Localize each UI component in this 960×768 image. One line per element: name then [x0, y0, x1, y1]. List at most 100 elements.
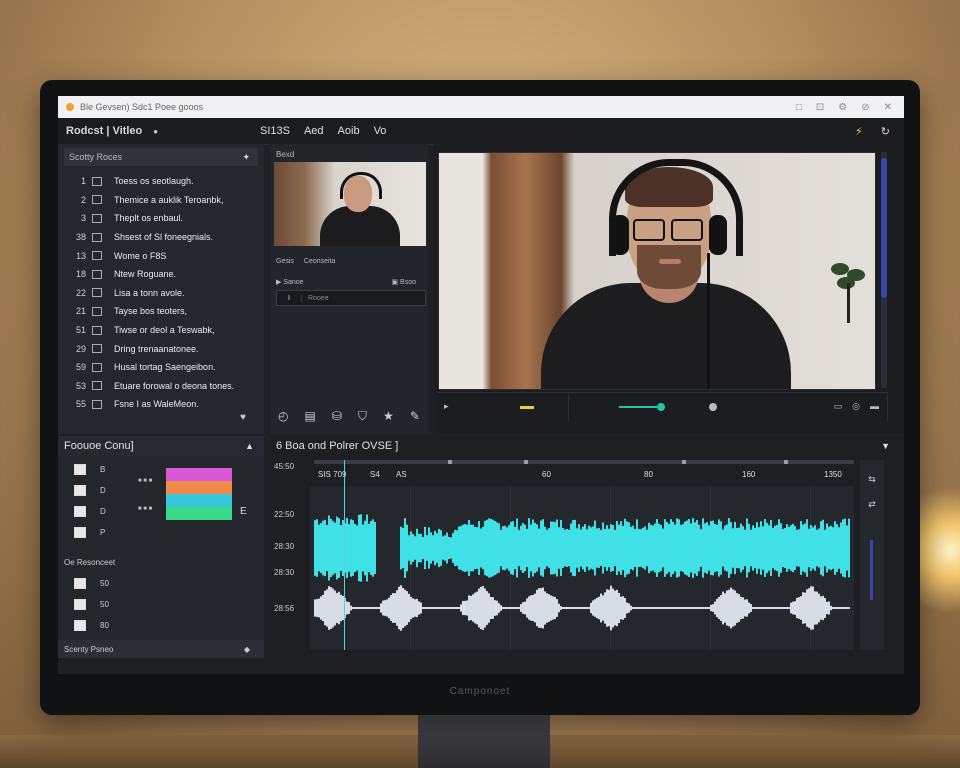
playhead[interactable] — [344, 460, 345, 650]
media-panel-label: Bexd — [276, 150, 295, 159]
video-frame[interactable] — [438, 152, 876, 390]
step-item[interactable]: 55 Fsne I as WaleMeon. — [58, 395, 264, 414]
step-item[interactable]: 53 Etuare forowal o deona tones. — [58, 377, 264, 396]
step-checkbox[interactable] — [92, 251, 102, 261]
step-item[interactable]: 3 Theplt os enbaul. — [58, 209, 264, 228]
step-checkbox[interactable] — [92, 195, 102, 205]
media-action-right[interactable]: ▣ Bsoo — [391, 278, 416, 286]
media-action-left[interactable]: ▶ Sanoe — [276, 278, 304, 286]
color-swatch[interactable] — [166, 481, 232, 494]
prop-label-4: P — [100, 528, 106, 537]
step-checkbox[interactable] — [92, 381, 102, 391]
timeline-ruler[interactable]: SIS 709 S4 AS 60 80 160 1350 — [314, 460, 894, 486]
step-checkbox[interactable] — [92, 306, 102, 316]
step-checkbox[interactable] — [92, 213, 102, 223]
window-button-3[interactable]: ⚙ — [838, 102, 847, 113]
step-item[interactable]: 2 Themice a auklik Teroanbk, — [58, 191, 264, 210]
preview-scrollbar[interactable] — [881, 152, 887, 388]
step-checkbox[interactable] — [92, 232, 102, 242]
track-tool-icon-2[interactable]: ⇄ — [860, 499, 884, 510]
volume-marker[interactable] — [520, 406, 534, 409]
step-checkbox[interactable] — [92, 325, 102, 335]
step-item[interactable]: 13 Wome o F8S — [58, 246, 264, 265]
color-swatch[interactable] — [166, 468, 232, 481]
menu-item-2[interactable]: Aed — [304, 125, 324, 137]
step-checkbox[interactable] — [92, 269, 102, 279]
headphone-cable — [707, 253, 710, 389]
step-number: 13 — [75, 250, 86, 261]
shield-icon[interactable]: ⛉ — [358, 409, 367, 424]
step-item[interactable]: 1 Toess os seotlaugh. — [58, 172, 264, 191]
prop-row-3[interactable]: D — [74, 506, 106, 517]
window-button-2[interactable]: ⊡ — [816, 102, 824, 113]
heart-icon[interactable]: ♥ — [240, 412, 246, 423]
window-button-1[interactable]: □ — [796, 102, 802, 113]
menu-item-1[interactable]: SI13S — [260, 125, 290, 137]
prop-row-1[interactable]: B — [74, 464, 105, 475]
prop-row-4[interactable]: P — [74, 527, 105, 538]
ruler-label-6: 160 — [742, 470, 756, 479]
resource-row-2[interactable]: 50 — [74, 599, 109, 610]
prop-row-2[interactable]: D — [74, 485, 106, 496]
collapse-icon[interactable]: ▲ — [245, 441, 264, 451]
swatch-letter: E — [240, 506, 247, 517]
bucket-icon[interactable]: ⛁ — [332, 409, 342, 423]
audio-track-waveform-white — [314, 585, 850, 631]
file-icon[interactable]: ▤ — [305, 409, 316, 423]
video-preview-panel: ▸ ▭ ◎ ▬ — [434, 144, 904, 434]
step-checkbox[interactable] — [92, 176, 102, 186]
step-item[interactable]: 29 Dring trenaanatonee. — [58, 339, 264, 358]
ruler-label-1: SIS 709 — [318, 470, 347, 479]
screen: Ble Gevsen) Sdc1 Poee gooos □ ⊡ ⚙ ⊘ ✕ Ro… — [58, 96, 904, 674]
window-button-4[interactable]: ⊘ — [861, 102, 869, 113]
steps-panel-header[interactable]: Scotty Roces ✦ — [64, 148, 258, 166]
track-tool-icon-1[interactable]: ⇆ — [860, 474, 884, 485]
star-icon[interactable]: ★ — [383, 409, 394, 423]
timeline-collapse-icon[interactable]: ▼ — [881, 441, 904, 451]
step-item[interactable]: 38 Shsest of Sl foneegnials. — [58, 228, 264, 247]
transport-left[interactable]: ▸ — [438, 393, 569, 421]
step-checkbox[interactable] — [92, 399, 102, 409]
bolt-icon[interactable]: ⚡ — [855, 125, 863, 138]
color-swatch[interactable] — [166, 507, 232, 520]
menu-item-4[interactable]: Vo — [374, 125, 387, 137]
menu-item-3[interactable]: Aoib — [338, 125, 360, 137]
step-number: 53 — [75, 380, 86, 391]
timeline-tracks[interactable] — [310, 460, 854, 650]
close-button[interactable]: ✕ — [884, 102, 892, 113]
transport-icon-3[interactable]: ▬ — [870, 401, 879, 412]
step-item[interactable]: 18 Ntew Roguane. — [58, 265, 264, 284]
pin-icon[interactable]: ✦ — [242, 152, 258, 163]
play-icon[interactable]: ▸ — [444, 401, 449, 412]
step-item[interactable]: 22 Lisa a tonn avole. — [58, 284, 264, 303]
clock-icon[interactable]: ◴ — [278, 409, 288, 423]
resource-row-1[interactable]: 50 — [74, 578, 109, 589]
swatch-label-1: ■ ■ ■ — [138, 478, 153, 484]
transport-icon-2[interactable]: ◎ — [852, 401, 860, 412]
scrubber[interactable]: ▭ ◎ ▬ — [569, 393, 888, 421]
video-thumbnail[interactable] — [274, 162, 426, 246]
step-item[interactable]: 59 Husal tortag Saengeibon. — [58, 358, 264, 377]
step-label: Etuare forowal o deona tones. — [114, 380, 235, 391]
waveforms[interactable] — [310, 486, 854, 650]
timeline-scrollbar[interactable] — [870, 540, 873, 600]
media-actions-row: ▶ Sanoe ▣ Bsoo — [276, 278, 416, 286]
refresh-icon[interactable]: ↻ — [881, 125, 890, 138]
plant-decoration — [829, 263, 869, 323]
footer-caret-icon[interactable]: ◆ — [244, 645, 264, 654]
step-item[interactable]: 51 Tiwse or deol a Teswabk, — [58, 321, 264, 340]
step-checkbox[interactable] — [92, 362, 102, 372]
transport-icon-1[interactable]: ▭ — [834, 401, 843, 412]
scrubber-marker[interactable] — [709, 403, 717, 411]
scrubber-handle[interactable] — [657, 403, 665, 411]
color-swatches[interactable] — [166, 468, 232, 520]
pen-icon[interactable]: ✎ — [410, 409, 420, 423]
media-input-field[interactable]: I Rooee — [276, 290, 426, 306]
step-checkbox[interactable] — [92, 288, 102, 298]
step-checkbox[interactable] — [92, 344, 102, 354]
properties-footer[interactable]: Scenty Psneo ◆ — [58, 640, 264, 658]
color-swatch[interactable] — [166, 494, 232, 507]
properties-header[interactable]: Foouoe Conu] ▲ — [58, 436, 264, 456]
step-item[interactable]: 21 Tayse bos teoters, — [58, 302, 264, 321]
resource-row-3[interactable]: 80 — [74, 620, 109, 631]
